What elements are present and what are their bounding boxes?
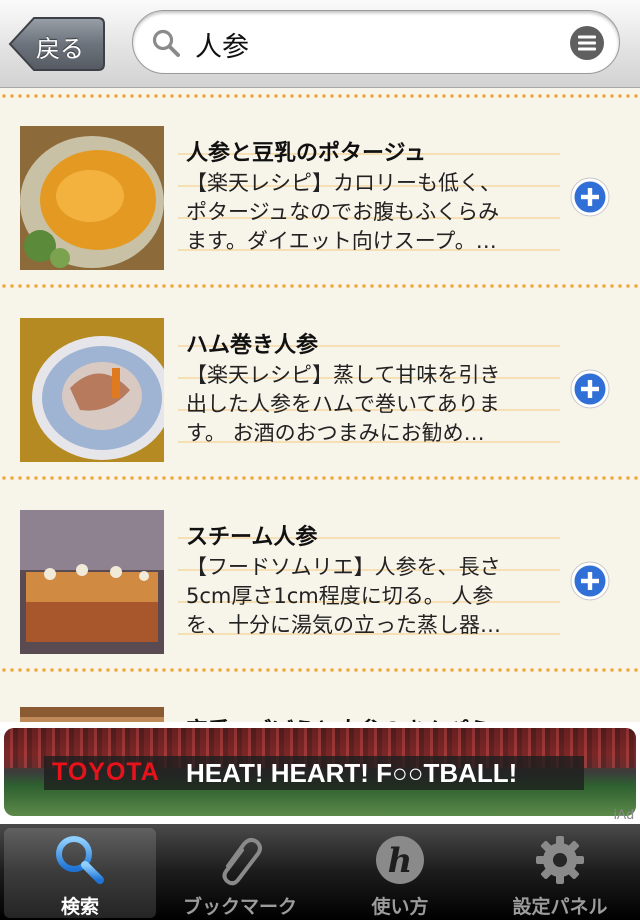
tab-label: ブックマーク bbox=[182, 896, 297, 918]
tab-label: 使い方 bbox=[371, 896, 429, 918]
tab-label: 検索 bbox=[60, 896, 99, 918]
recipe-thumbnail bbox=[20, 707, 164, 722]
description-line: 出した人参をハムで巻いてありま bbox=[186, 392, 500, 416]
recipe-title[interactable]: スチーム人参 bbox=[186, 519, 317, 551]
search-icon bbox=[152, 29, 180, 57]
ad-banner[interactable]: TOYOTA HEAT! HEART! F○○TBALL! iAd bbox=[0, 722, 640, 824]
recipe-thumbnail bbox=[20, 318, 164, 462]
recipe-item[interactable]: スチーム人参 【フードソムリエ】人参を、長さ 5cm厚さ1cm程度に切る。 人参… bbox=[0, 473, 640, 665]
description-line: 【楽天レシピ】蒸して甘味を引き bbox=[186, 363, 501, 387]
gear-icon bbox=[536, 836, 584, 884]
list-menu-icon[interactable] bbox=[569, 25, 605, 61]
recipe-thumbnail bbox=[20, 510, 164, 654]
recipe-title[interactable]: ハム巻き人参 bbox=[186, 327, 318, 359]
recipe-item[interactable]: ハム巻き人参 【楽天レシピ】蒸して甘味を引き 出した人参をハムで巻いてありま す… bbox=[0, 281, 640, 473]
tab-settings[interactable]: 設定パネル bbox=[484, 828, 636, 918]
description-line: す。 お酒のおつまみにお勧め… bbox=[186, 421, 485, 445]
add-bookmark-icon[interactable] bbox=[570, 177, 610, 217]
recipe-thumbnail bbox=[20, 126, 164, 270]
add-bookmark-icon[interactable] bbox=[570, 561, 610, 601]
description-line: ます。ダイエット向けスープ。… bbox=[186, 229, 497, 253]
recipe-item[interactable]: 人参と豆乳のポタージュ 【楽天レシピ】カロリーも低く、 ポタージュなのでお腹もふ… bbox=[0, 89, 640, 281]
ad-image[interactable]: TOYOTA HEAT! HEART! F○○TBALL! bbox=[4, 728, 636, 816]
tab-bar: 検索 ブックマーク h 使い方 設定パネル bbox=[0, 824, 640, 920]
description-line: 【フードソムリエ】人参を、長さ bbox=[186, 555, 501, 579]
tab-label: 設定パネル bbox=[512, 896, 608, 918]
add-bookmark-icon[interactable] bbox=[570, 369, 610, 409]
description-line: 5cm厚さ1cm程度に切る。 人参 bbox=[186, 584, 494, 608]
ad-slogan: HEAT! HEART! F○○TBALL! bbox=[186, 758, 518, 788]
recipe-title[interactable]: 定番◎ごぼうと人参のきんぴら bbox=[186, 713, 491, 722]
tab-search[interactable]: 検索 bbox=[4, 828, 156, 918]
tab-bookmark[interactable]: ブックマーク bbox=[164, 828, 316, 918]
back-button[interactable]: 戻る bbox=[8, 16, 106, 72]
description-line: を、十分に湯気の立った蒸し器… bbox=[186, 613, 501, 637]
tab-help[interactable]: h 使い方 bbox=[324, 828, 476, 918]
recipe-description: 【楽天レシピ】カロリーも低く、 ポタージュなのでお腹もふくらみ ます。ダイエット… bbox=[186, 169, 556, 256]
recipe-title[interactable]: 人参と豆乳のポタージュ bbox=[186, 135, 426, 167]
search-field[interactable]: 人参 bbox=[132, 10, 620, 74]
recipe-results-list[interactable]: 人参と豆乳のポタージュ 【楽天レシピ】カロリーも低く、 ポタージュなのでお腹もふ… bbox=[0, 89, 640, 722]
iad-label: iAd bbox=[613, 806, 634, 822]
navigation-bar: 戻る 人参 bbox=[0, 0, 640, 88]
help-h-icon: h bbox=[376, 836, 424, 884]
recipe-description: 【楽天レシピ】蒸して甘味を引き 出した人参をハムで巻いてありま す。 お酒のおつ… bbox=[186, 361, 556, 448]
paperclip-icon bbox=[222, 837, 262, 886]
description-line: ポタージュなのでお腹もふくらみ bbox=[186, 200, 500, 224]
search-input-value[interactable]: 人参 bbox=[195, 25, 249, 64]
description-line: 【楽天レシピ】カロリーも低く、 bbox=[186, 171, 501, 195]
svg-text:h: h bbox=[388, 841, 413, 881]
search-icon bbox=[56, 836, 104, 884]
recipe-description: 【フードソムリエ】人参を、長さ 5cm厚さ1cm程度に切る。 人参 を、十分に湯… bbox=[186, 553, 556, 640]
back-button-label: 戻る bbox=[36, 35, 84, 63]
ad-brand: TOYOTA bbox=[52, 758, 160, 786]
recipe-item[interactable]: 定番◎ごぼうと人参のきんぴら bbox=[0, 665, 640, 722]
